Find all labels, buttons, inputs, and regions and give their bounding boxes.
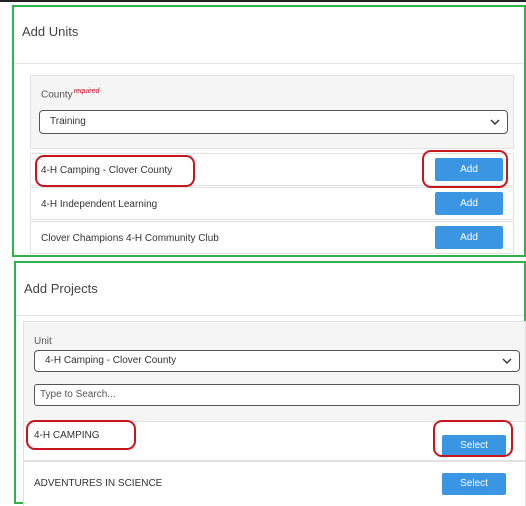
county-select-value: Training <box>50 116 86 127</box>
add-unit-button[interactable]: Add <box>435 158 503 181</box>
project-row-label: 4-H CAMPING <box>34 430 100 441</box>
search-placeholder: Type to Search... <box>40 389 116 400</box>
project-row: ADVENTURES IN SCIENCE Select <box>23 461 526 506</box>
search-input[interactable]: Type to Search... <box>34 384 520 406</box>
top-border-line <box>0 0 526 2</box>
county-label: Countyrequired <box>41 88 99 100</box>
unit-select[interactable]: 4-H Camping - Clover County <box>34 350 520 372</box>
select-project-button[interactable]: Select <box>442 473 506 495</box>
add-units-panel: Add Units Countyrequired Training 4-H Ca… <box>12 5 526 257</box>
unit-label: Unit <box>34 336 52 347</box>
project-row: 4-H CAMPING Select <box>23 421 526 461</box>
select-project-button[interactable]: Select <box>442 435 506 457</box>
unit-row-label: 4-H Independent Learning <box>41 199 158 210</box>
chevron-down-icon <box>490 111 500 133</box>
unit-row: 4-H Independent Learning Add <box>30 187 514 220</box>
add-unit-button[interactable]: Add <box>435 192 503 215</box>
project-row-label: ADVENTURES IN SCIENCE <box>34 478 163 489</box>
county-select[interactable]: Training <box>39 110 508 134</box>
county-label-text: County <box>41 89 73 101</box>
unit-select-value: 4-H Camping - Clover County <box>45 355 177 366</box>
unit-row-label: Clover Champions 4-H Community Club <box>41 233 219 244</box>
title-divider <box>16 315 524 316</box>
required-indicator: required <box>73 88 100 95</box>
unit-row: 4-H Camping - Clover County Add <box>30 153 514 186</box>
chevron-down-icon <box>502 351 512 371</box>
unit-card: Unit 4-H Camping - Clover County Type to… <box>23 321 526 436</box>
unit-row-label: 4-H Camping - Clover County <box>41 165 173 176</box>
panel-title: Add Projects <box>24 281 98 296</box>
panel-title: Add Units <box>22 24 79 39</box>
county-card: Countyrequired Training <box>30 75 514 149</box>
add-unit-button[interactable]: Add <box>435 226 503 249</box>
add-projects-panel: Add Projects Unit 4-H Camping - Clover C… <box>14 261 526 506</box>
title-divider <box>14 63 524 64</box>
unit-row: Clover Champions 4-H Community Club Add <box>30 221 514 254</box>
